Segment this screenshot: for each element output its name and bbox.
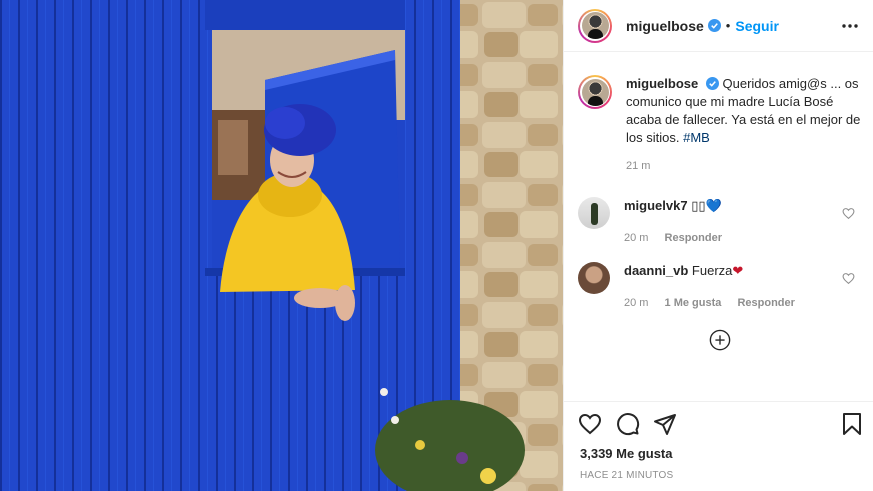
author-username[interactable]: miguelbose (626, 18, 704, 34)
likes-count[interactable]: 3,339 Me gusta (580, 446, 673, 461)
blue-gate-left (0, 0, 212, 491)
comment-text: ▯▯ (691, 198, 706, 213)
follow-button[interactable]: Seguir (735, 18, 779, 34)
comment-text: Fuerza (691, 263, 733, 278)
post-header: miguelbose • Seguir (564, 0, 873, 52)
heart-icon[interactable] (842, 272, 856, 286)
post-actions: 3,339 Me gusta HACE 21 MINUTOS (564, 401, 873, 491)
comment-time[interactable]: 20 m (624, 297, 648, 309)
caption-username[interactable]: miguelbose (626, 76, 698, 91)
red-heart-emoji: ❤ (732, 263, 744, 278)
blue-heart-emoji: 💙 (705, 198, 722, 213)
heart-icon[interactable] (578, 412, 602, 436)
commenter-avatar[interactable] (578, 262, 610, 294)
commenter-avatar[interactable] (578, 197, 610, 229)
heart-icon[interactable] (842, 207, 856, 221)
post-sidebar: miguelbose • Seguir miguelbose Queridos … (563, 0, 873, 491)
comments-section[interactable]: miguelbose Queridos amig@s ... os comuni… (564, 53, 873, 401)
comment-item: miguelvk7 ▯▯💙 20 m Responder (578, 197, 868, 247)
post-photo (0, 0, 563, 491)
plus-circle-icon[interactable] (709, 329, 731, 351)
comment-icon[interactable] (616, 412, 640, 436)
caption-time[interactable]: 21 m (626, 157, 866, 175)
comment-likes[interactable]: 1 Me gusta (665, 297, 722, 309)
comment-time[interactable]: 20 m (624, 232, 648, 244)
verified-badge-icon (705, 77, 719, 90)
comment-username[interactable]: daanni_vb (624, 263, 688, 278)
separator-dot: • (725, 18, 731, 33)
reply-button[interactable]: Responder (665, 232, 722, 244)
caption-hashtag[interactable]: #MB (683, 130, 710, 145)
caption-author-avatar[interactable] (578, 75, 612, 109)
more-options-icon[interactable] (840, 16, 860, 36)
verified-badge-icon (707, 19, 721, 32)
comment-username[interactable]: miguelvk7 (624, 198, 688, 213)
author-avatar[interactable] (578, 8, 612, 43)
post-image[interactable] (0, 0, 563, 491)
reply-button[interactable]: Responder (737, 297, 794, 309)
comment-item: daanni_vb Fuerza❤ 20 m 1 Me gusta Respon… (578, 262, 868, 312)
share-icon[interactable] (653, 412, 677, 436)
bookmark-icon[interactable] (840, 412, 864, 436)
post-timestamp[interactable]: HACE 21 MINUTOS (580, 470, 673, 481)
caption: miguelbose Queridos amig@s ... os comuni… (578, 75, 868, 175)
